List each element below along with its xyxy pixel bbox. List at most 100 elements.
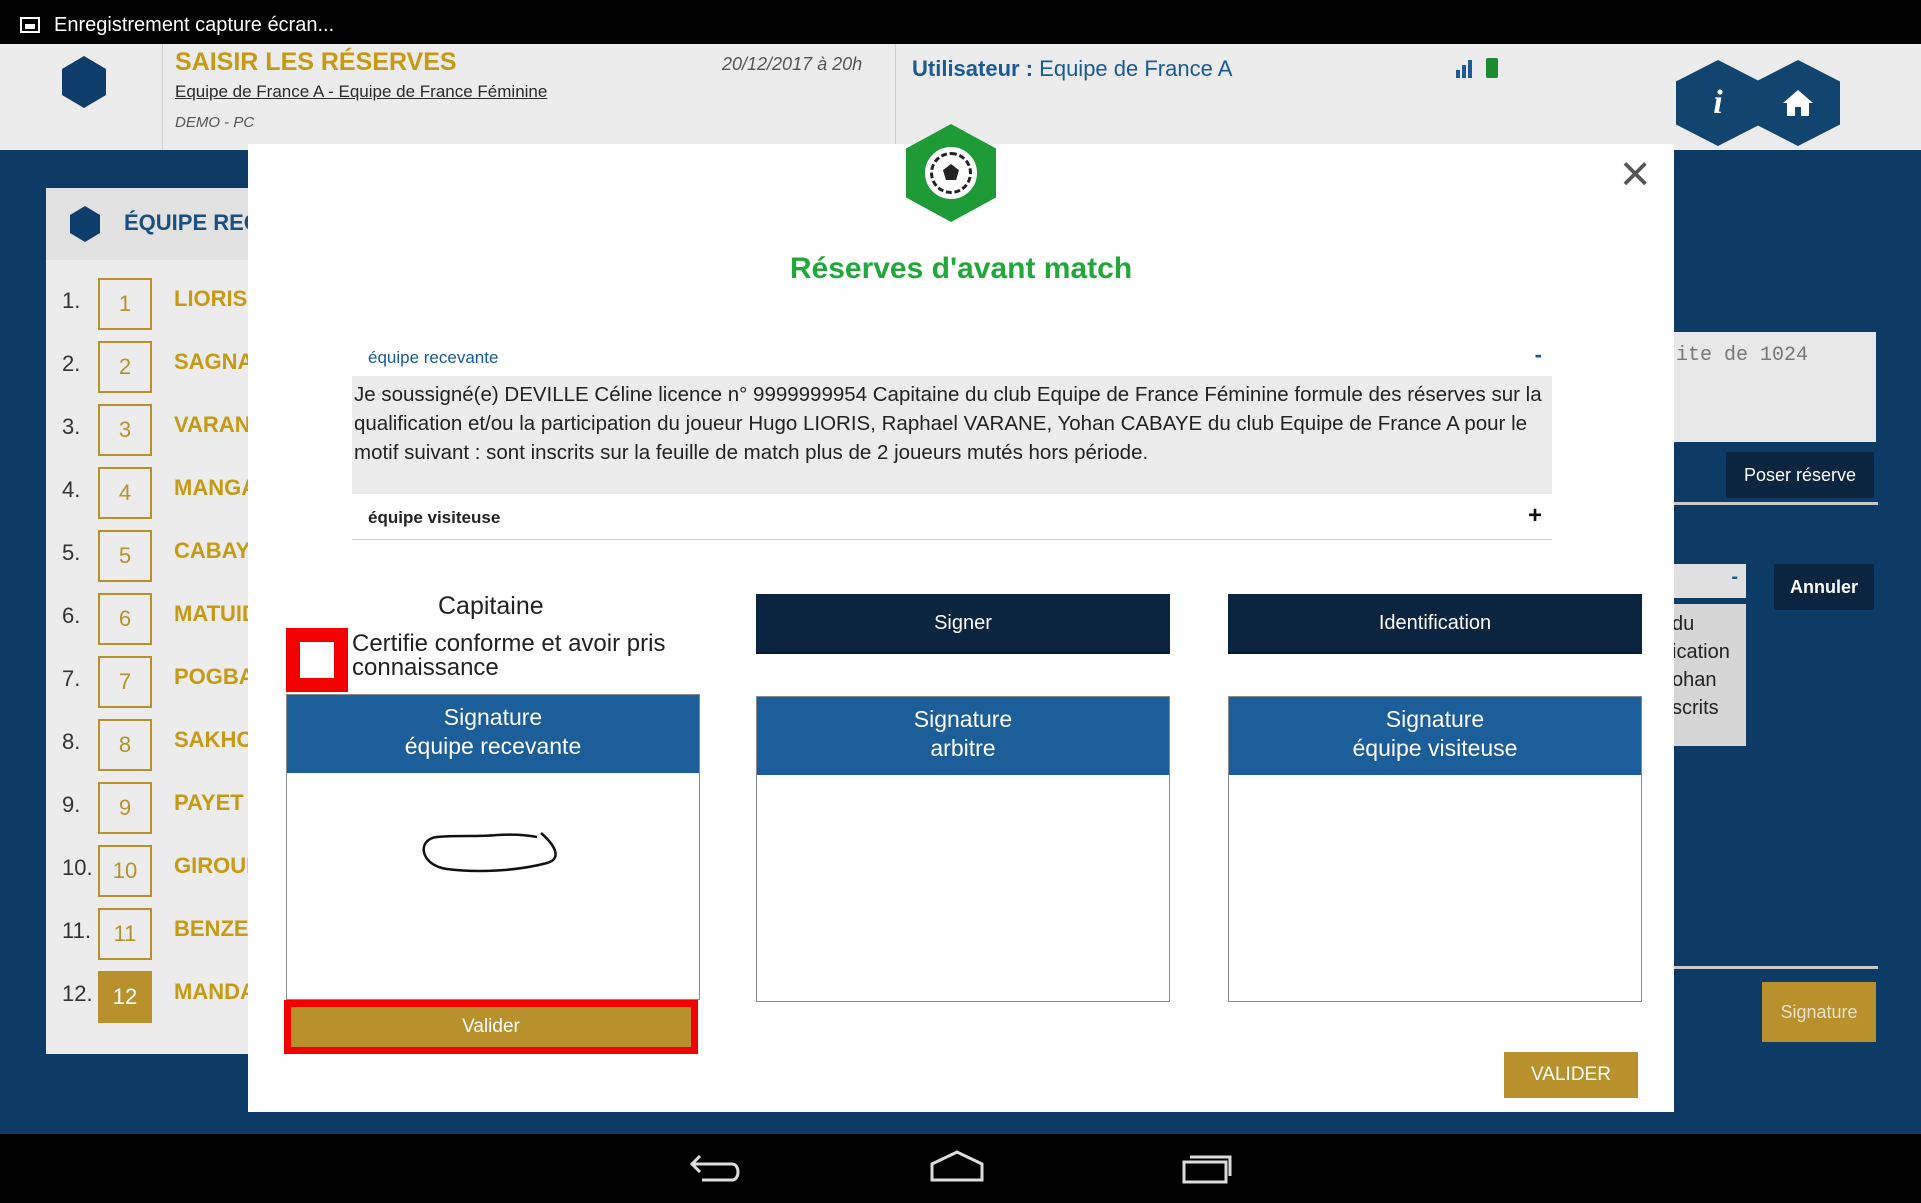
player-name: POGBA	[174, 664, 255, 689]
referee-signature-pad[interactable]: Signature arbitre	[756, 696, 1170, 1002]
preview-line: du	[1672, 613, 1695, 635]
player-number-box[interactable]: 2	[98, 341, 152, 393]
header-divider	[162, 44, 163, 150]
player-row[interactable]: 4. 4 MANGALA	[46, 463, 286, 519]
player-rank: 4.	[62, 477, 81, 502]
signature-header: Signature équipe recevante	[287, 695, 699, 773]
app-area: SAISIR LES RÉSERVES Equipe de France A -…	[0, 44, 1921, 1134]
player-rank: 2.	[62, 351, 81, 376]
signer-button[interactable]: Signer	[756, 594, 1170, 654]
home-team-reserve-text: Je soussigné(e) DEVILLE Céline licence n…	[352, 376, 1552, 494]
player-number-box[interactable]: 4	[98, 467, 152, 519]
player-number-box[interactable]: 7	[98, 656, 152, 708]
player-rank: 10.	[62, 855, 93, 880]
player-row[interactable]: 6. 6 MATUIDI	[46, 589, 266, 645]
player-rank: 5.	[62, 540, 81, 565]
player-name: LIORIS	[174, 286, 248, 311]
home-icon	[1783, 90, 1813, 116]
recent-apps-icon[interactable]	[1176, 1148, 1234, 1184]
preview-line: scrits	[1672, 697, 1719, 719]
modal-title: Réserves d'avant match	[789, 252, 1133, 285]
home-team-panel: ÉQUIPE RECEVANTE 1. 1 LIORIS 2. 2 SAGNA 3. 3 VAR…	[46, 188, 347, 1054]
tablet-screen: Enregistrement capture écran... SAISIR L…	[0, 0, 1921, 1203]
player-row[interactable]: 12. 12 MANDANDA	[46, 967, 304, 1023]
preview-line: ohan	[1672, 669, 1717, 691]
player-rank: 1.	[62, 288, 81, 313]
poser-reserve-button[interactable]: Poser réserve	[1726, 452, 1874, 498]
reserves-modal: × Réserves d'avant match équipe recevant…	[248, 124, 1674, 1112]
close-icon[interactable]: ×	[1620, 148, 1650, 200]
page-title: SAISIR LES RÉSERVES	[175, 48, 457, 76]
panel-header: ÉQUIPE RECEVANTE	[46, 188, 347, 260]
battery-icon	[1486, 58, 1498, 78]
divider	[1660, 966, 1878, 969]
player-number-box[interactable]: 8	[98, 719, 152, 771]
signature-header-line: équipe visiteuse	[1352, 735, 1518, 761]
home-team-accordion-header[interactable]: équipe recevante -	[352, 334, 1552, 374]
player-row[interactable]: 1. 1 LIORIS	[46, 274, 266, 330]
identification-button[interactable]: Identification	[1228, 594, 1642, 654]
away-team-accordion-header[interactable]: équipe visiteuse +	[352, 496, 1552, 540]
player-row[interactable]: 2. 2 SAGNA	[46, 337, 266, 393]
collapse-toggle[interactable]: -	[1535, 342, 1542, 368]
fff-logo-icon	[62, 56, 106, 108]
player-number-box[interactable]: 6	[98, 593, 152, 645]
player-rank: 9.	[62, 792, 81, 817]
player-number-box[interactable]: 11	[98, 908, 152, 960]
match-date: 20/12/2017 à 20h	[722, 54, 863, 74]
home-nav-icon[interactable]	[928, 1148, 986, 1184]
home-team-label: équipe recevante	[368, 348, 499, 367]
back-icon[interactable]	[688, 1148, 746, 1184]
player-rank: 3.	[62, 414, 81, 439]
signature-header: Signature arbitre	[757, 697, 1169, 775]
status-bar: Enregistrement capture écran...	[0, 6, 1921, 44]
player-row[interactable]: 3. 3 VARANE	[46, 400, 266, 456]
player-number-box[interactable]: 3	[98, 404, 152, 456]
home-button[interactable]	[1756, 60, 1840, 146]
signature-header-line: arbitre	[930, 735, 996, 761]
capitaine-label: Capitaine	[438, 592, 544, 620]
demo-label: DEMO - PC	[175, 114, 255, 131]
player-rank: 6.	[62, 603, 81, 628]
away-signature-pad[interactable]: Signature équipe visiteuse	[1228, 696, 1642, 1002]
collapse-toggle: -	[1731, 566, 1738, 588]
match-subtitle-link[interactable]: Equipe de France A - Equipe de France Fé…	[175, 82, 547, 102]
player-row[interactable]: 9. 9 PAYET	[46, 778, 266, 834]
player-row[interactable]: 11. 11 BENZEMA	[46, 904, 283, 960]
signature-header: Signature équipe visiteuse	[1229, 697, 1641, 775]
user-info: Utilisateur : Equipe de France A	[912, 56, 1232, 82]
divider	[1660, 502, 1878, 505]
expand-toggle[interactable]: +	[1528, 502, 1542, 530]
player-row[interactable]: 8. 8 SAKHO	[46, 715, 266, 771]
signature-button[interactable]: Signature	[1762, 982, 1876, 1042]
player-row[interactable]: 5. 5 CABAYE	[46, 526, 266, 582]
home-signature-pad[interactable]: Signature équipe recevante	[286, 694, 700, 1000]
screenshot-icon	[20, 17, 40, 33]
signature-header-line: Signature	[1385, 706, 1485, 732]
valider-signature-button[interactable]: Valider	[284, 1000, 698, 1054]
preview-line: ication	[1672, 641, 1730, 663]
player-number-box[interactable]: 5	[98, 530, 152, 582]
away-team-label: équipe visiteuse	[368, 508, 501, 527]
player-rank: 12.	[62, 981, 93, 1006]
player-number-box[interactable]: 10	[98, 845, 152, 897]
reserve-textarea[interactable]: ite de 1024	[1658, 332, 1876, 442]
checkbox-highlight	[286, 628, 348, 692]
signature-header-line: Signature	[443, 704, 543, 730]
player-rank: 7.	[62, 666, 81, 691]
player-row[interactable]: 10. 10 GIROUD	[46, 841, 266, 897]
player-row[interactable]: 7. 7 POGBA	[46, 652, 266, 708]
player-name: SAGNA	[174, 349, 254, 374]
player-number-box[interactable]: 1	[98, 278, 152, 330]
certify-label: Certifie conforme et avoir pris connaiss…	[352, 630, 666, 681]
valider-button[interactable]: VALIDER	[1504, 1052, 1638, 1098]
player-number-box[interactable]: 12	[98, 971, 152, 1023]
player-rank: 8.	[62, 729, 81, 754]
status-text: Enregistrement capture écran...	[54, 13, 335, 36]
info-button[interactable]: i	[1676, 60, 1760, 146]
player-number-box[interactable]: 9	[98, 782, 152, 834]
signature-header-line: équipe recevante	[404, 733, 582, 759]
info-icon: i	[1713, 84, 1723, 121]
annuler-button[interactable]: Annuler	[1774, 564, 1874, 610]
player-rank: 11.	[62, 918, 91, 943]
